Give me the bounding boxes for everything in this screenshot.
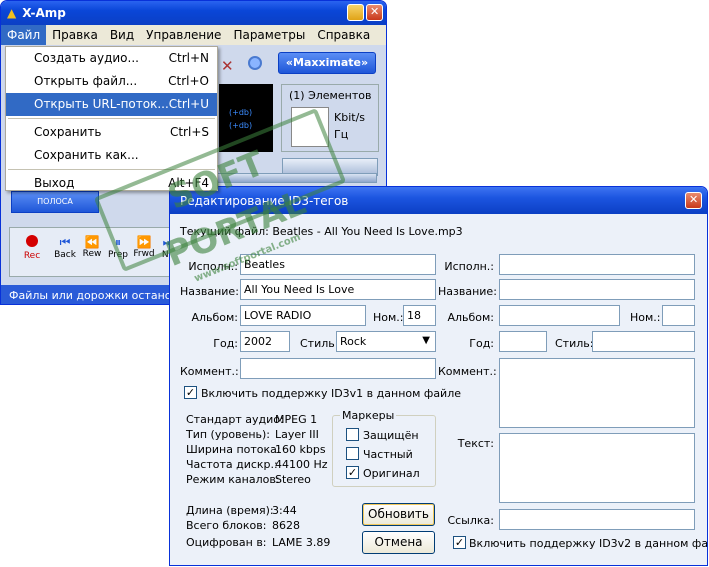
menu-control[interactable]: Управление — [140, 25, 227, 45]
file-menu: Создать аудио... Ctrl+N Открыть файл... Ct… — [5, 46, 218, 191]
menu-item-open-file[interactable]: Открыть файл... Ctrl+O — [6, 70, 217, 93]
menu-item-open-url[interactable]: Открыть URL-поток... Ctrl+U — [6, 93, 217, 116]
v2-link-input[interactable] — [499, 509, 695, 530]
dialog-title: Редактирование ID3-тегов — [180, 193, 349, 208]
cd-icon[interactable] — [248, 56, 262, 70]
visual-display: (+db) (+db) — [219, 84, 273, 152]
id3-dialog: Редактирование ID3-тегов Текущий файл: B… — [169, 186, 708, 566]
v2-lyrics-input[interactable] — [499, 433, 695, 503]
menu-item-new-audio[interactable]: Создать аудио... Ctrl+N — [6, 47, 217, 70]
v1-enable-checkbox[interactable]: ✓ — [184, 386, 197, 399]
v1-track-input[interactable]: 18 — [403, 305, 436, 326]
v2-genre-input[interactable] — [592, 331, 695, 352]
record-icon — [26, 235, 38, 247]
cancel-button[interactable]: Отмена — [362, 531, 435, 554]
rewind-icon: ⏪ — [84, 235, 100, 249]
menu-separator — [8, 169, 215, 170]
menu-help[interactable]: Справка — [311, 25, 376, 45]
update-button[interactable]: Обновить — [362, 503, 435, 526]
v1-comment-input[interactable] — [240, 358, 436, 379]
current-file-label: Текущий файл: Beatles - All You Need Is … — [180, 225, 463, 238]
pause-icon: ⏸ — [114, 235, 121, 249]
v1-album-input[interactable]: LOVE RADIO — [240, 305, 366, 326]
menu-view[interactable]: Вид — [104, 25, 140, 45]
back-button[interactable]: ⏮ Back — [49, 235, 81, 260]
original-checkbox[interactable]: ✓ — [346, 466, 359, 479]
menu-item-save-as[interactable]: Сохранить как... — [6, 144, 217, 167]
protected-checkbox[interactable] — [346, 428, 359, 441]
back-icon: ⏮ — [59, 235, 71, 249]
menu-file[interactable]: Файл — [1, 25, 47, 45]
dialog-close-button[interactable] — [685, 192, 702, 209]
menu-item-save[interactable]: Сохранить Ctrl+S — [6, 121, 217, 144]
forward-button[interactable]: ⏩ Frwd — [131, 235, 157, 259]
v1-year-input[interactable]: 2002 — [240, 331, 290, 352]
forward-icon: ⏩ — [136, 235, 152, 249]
menu-edit[interactable]: Правка — [46, 25, 104, 45]
maxximate-button[interactable]: «Maxximate» — [278, 52, 376, 74]
v1-title-input[interactable]: All You Need Is Love — [240, 279, 436, 300]
record-button[interactable]: Rec — [15, 235, 49, 261]
v2-album-input[interactable] — [499, 305, 620, 326]
settings-icon[interactable]: ✕ — [221, 57, 234, 75]
title-bar: ▲ X-Amp — [1, 1, 386, 25]
info-panel: (1) Элементов Kbit/s Гц — [281, 84, 379, 152]
close-button[interactable] — [366, 4, 383, 21]
menu-bar: Файл Правка Вид Управление Параметры Спр… — [1, 25, 386, 45]
rewind-button[interactable]: ⏪ Rew — [79, 235, 105, 259]
v2-track-input[interactable] — [662, 305, 695, 326]
menu-separator — [8, 118, 215, 119]
pause-button[interactable]: ⏸ Prep — [105, 235, 131, 260]
v2-comment-input[interactable] — [499, 358, 695, 428]
menu-item-exit[interactable]: Выход Alt+F4 — [6, 172, 217, 195]
v2-title-input[interactable] — [499, 279, 695, 300]
v1-genre-select[interactable]: Rock — [336, 331, 436, 352]
dialog-title-bar: Редактирование ID3-тегов — [170, 187, 707, 214]
app-icon: ▲ — [7, 6, 17, 20]
private-checkbox[interactable] — [346, 447, 359, 460]
menu-params[interactable]: Параметры — [227, 25, 311, 45]
app-title: X-Amp — [22, 6, 66, 20]
v1-artist-input[interactable]: Beatles — [240, 254, 436, 275]
v2-artist-input[interactable] — [499, 254, 695, 275]
v2-year-input[interactable] — [499, 331, 547, 352]
v2-enable-checkbox[interactable]: ✓ — [453, 536, 466, 549]
minimize-button[interactable] — [347, 4, 364, 21]
